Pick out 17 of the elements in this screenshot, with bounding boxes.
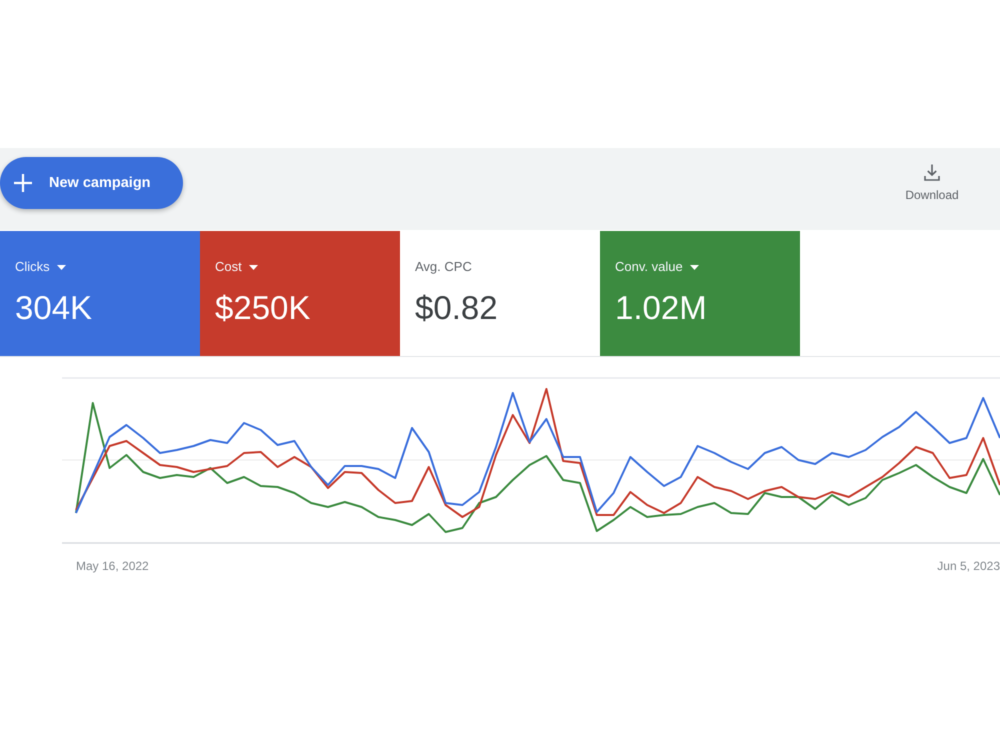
metric-label: Conv. value xyxy=(615,259,683,275)
axis-date-label: Jun 5, 2023 xyxy=(937,559,1000,573)
new-campaign-button[interactable]: New campaign xyxy=(0,157,183,209)
download-button[interactable]: Download xyxy=(900,164,964,202)
metric-value: $250K xyxy=(215,289,312,327)
metric-label: Cost xyxy=(215,259,242,275)
axis-date-label: May 16, 2022 xyxy=(76,559,149,573)
metric-tile[interactable]: Cost $250K xyxy=(200,231,400,356)
plus-icon xyxy=(14,174,32,192)
metric-value: $0.82 xyxy=(415,289,499,327)
metric-value: 304K xyxy=(15,289,94,327)
metric-label: Avg. CPC xyxy=(415,259,472,275)
metric-value: 1.02M xyxy=(615,289,708,327)
metric-label: Clicks xyxy=(15,259,50,275)
metric-tile[interactable]: Conv. value 1.02M xyxy=(600,231,800,356)
download-icon xyxy=(924,164,940,181)
metric-tile[interactable]: Clicks 304K xyxy=(0,231,200,356)
